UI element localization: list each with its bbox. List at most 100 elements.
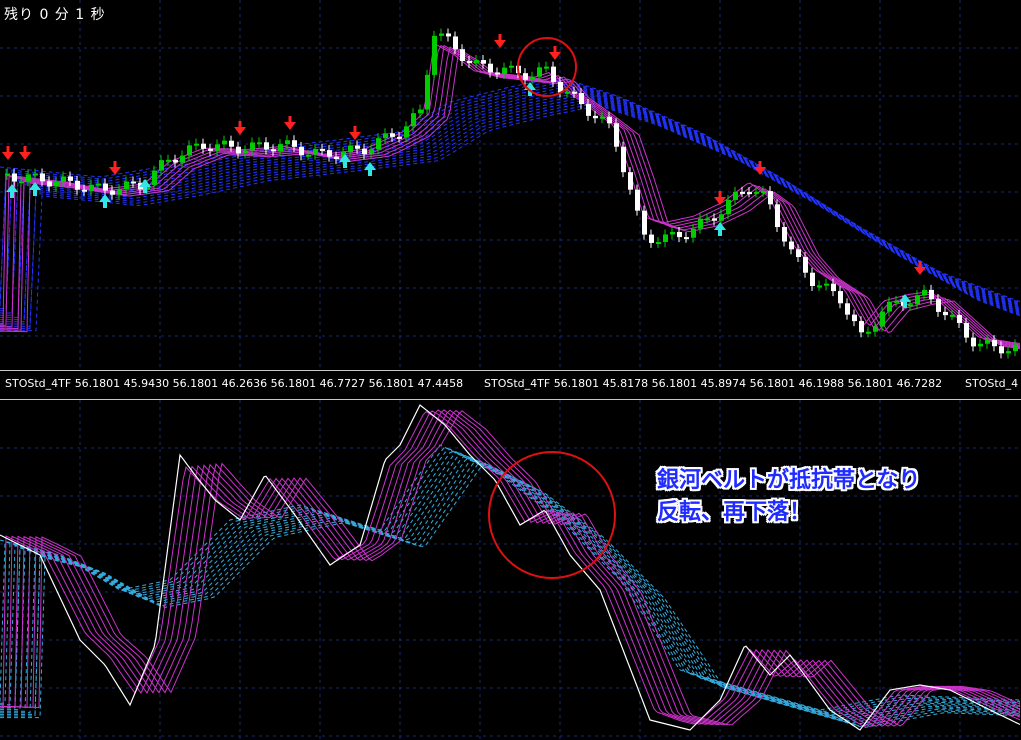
candle-body xyxy=(152,170,157,185)
candle-body xyxy=(915,295,920,305)
candle-body xyxy=(789,241,794,250)
candle-body xyxy=(320,148,325,151)
stochastic-chart xyxy=(0,400,1021,740)
sell-arrow-icon xyxy=(549,46,561,60)
candle-body xyxy=(54,181,59,187)
candle-body xyxy=(355,145,360,149)
candle-body xyxy=(551,66,556,82)
sell-arrow-icon xyxy=(494,34,506,48)
candle-body xyxy=(257,142,262,145)
candle-body xyxy=(82,189,87,192)
sell-arrow-icon xyxy=(19,146,31,160)
galaxy-belt-line xyxy=(0,103,1021,329)
candle-body xyxy=(47,181,52,187)
candle-body xyxy=(887,301,892,312)
indicator-label-1: STOStd_4TF 56.1801 45.9430 56.1801 46.26… xyxy=(5,377,464,390)
candle-body xyxy=(173,159,178,163)
candle-body xyxy=(740,191,745,194)
candle-body xyxy=(726,199,731,215)
candle-body xyxy=(103,183,108,191)
galaxy-belt-line xyxy=(0,81,1021,307)
candle-body xyxy=(327,150,332,157)
candle-body xyxy=(530,76,535,80)
sell-arrow-icon xyxy=(714,191,726,205)
candle-body xyxy=(397,136,402,139)
galaxy-belt-line xyxy=(0,96,1021,323)
candle-body xyxy=(404,126,409,138)
candle-body xyxy=(285,140,290,145)
candle-body xyxy=(264,142,269,150)
annotation-line-2: 反転、再下落！ xyxy=(657,500,812,525)
candle-body xyxy=(12,173,17,182)
candle-body xyxy=(593,115,598,119)
candle-body xyxy=(166,159,171,162)
candle-body xyxy=(691,228,696,238)
sell-arrow-icon xyxy=(349,126,361,140)
candle-body xyxy=(670,231,675,235)
candle-body xyxy=(1006,351,1011,354)
candle-body xyxy=(880,311,885,327)
candle-body xyxy=(978,343,983,347)
candle-body xyxy=(348,145,353,153)
price-chart xyxy=(0,0,1021,370)
candle-body xyxy=(943,311,948,316)
candle-body xyxy=(369,149,374,155)
candle-body xyxy=(33,173,38,176)
galaxy-belt-line xyxy=(0,83,1021,310)
candle-body xyxy=(684,237,689,240)
candle-body xyxy=(19,181,24,184)
candle-body xyxy=(971,337,976,347)
annotation-text: 銀河ベルトが抵抗帯となり 反転、再下落！ xyxy=(657,465,920,529)
candle-body xyxy=(999,346,1004,354)
candle-body xyxy=(481,60,486,64)
candle-body xyxy=(572,91,577,94)
candle-body xyxy=(523,73,528,80)
candle-body xyxy=(229,140,234,147)
candle-body xyxy=(754,191,759,194)
highlight-circle-icon xyxy=(488,451,616,579)
candle-body xyxy=(859,321,864,333)
candle-body xyxy=(761,191,766,194)
candle-body xyxy=(852,314,857,322)
stoch-ribbon-line xyxy=(0,409,1021,727)
candle-body xyxy=(383,133,388,139)
sell-arrow-icon xyxy=(234,121,246,135)
candle-body xyxy=(607,116,612,124)
candle-body xyxy=(390,133,395,137)
candle-body xyxy=(222,140,227,145)
stoch-main-line xyxy=(0,404,1021,731)
candle-body xyxy=(299,146,304,156)
galaxy-belt-line xyxy=(0,98,1021,325)
candle-body xyxy=(187,145,192,156)
candle-body xyxy=(866,331,871,334)
candle-body xyxy=(929,289,934,300)
buy-arrow-icon xyxy=(99,194,111,208)
candle-body xyxy=(334,156,339,160)
candle-body xyxy=(1013,344,1018,352)
buy-arrow-icon xyxy=(714,222,726,236)
candle-body xyxy=(537,67,542,77)
candle-body xyxy=(775,204,780,228)
candle-body xyxy=(894,300,899,303)
candle-body xyxy=(600,116,605,119)
candle-body xyxy=(194,143,199,146)
candle-body xyxy=(243,150,248,154)
candle-body xyxy=(712,218,717,221)
candle-body xyxy=(950,314,955,317)
stochastic-pane[interactable] xyxy=(0,400,1021,740)
candle-body xyxy=(544,66,549,69)
candle-body xyxy=(250,142,255,151)
candle-body xyxy=(908,304,913,307)
candle-body xyxy=(432,35,437,75)
candle-body xyxy=(313,148,318,155)
candle-body xyxy=(922,289,927,296)
candle-body xyxy=(89,184,94,191)
candle-body xyxy=(474,60,479,64)
price-chart-pane[interactable]: 残り 0 分 1 秒 xyxy=(0,0,1021,370)
candle-body xyxy=(698,218,703,229)
candle-body xyxy=(642,210,647,235)
candle-body xyxy=(957,314,962,323)
candle-body xyxy=(719,214,724,221)
candle-body xyxy=(985,340,990,344)
candle-body xyxy=(215,144,220,151)
